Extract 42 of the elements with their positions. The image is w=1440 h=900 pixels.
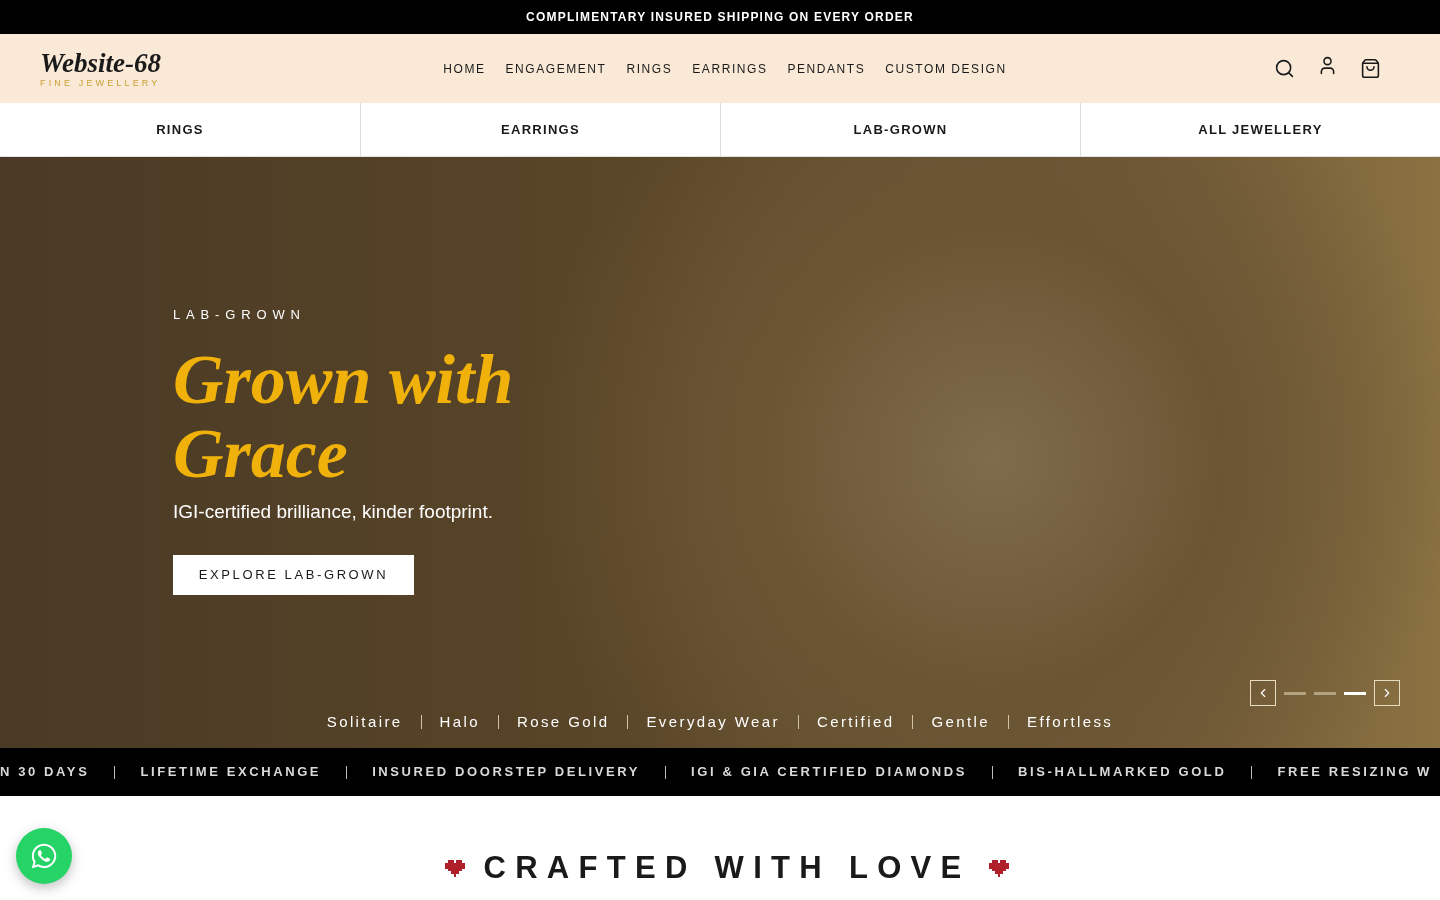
category-tab[interactable]: LAB-GROWN <box>720 103 1080 156</box>
heart-icon <box>445 859 466 877</box>
category-tab[interactable]: ALL JEWELLERY <box>1080 103 1440 156</box>
nav-link[interactable]: CUSTOM DESIGN <box>885 59 1007 78</box>
next-slide-button[interactable] <box>1374 680 1400 706</box>
search-icon <box>1274 58 1295 79</box>
slide-indicator[interactable] <box>1284 691 1306 695</box>
nav-link[interactable]: EARRINGS <box>692 59 768 78</box>
trust-item: N 30 DAYS <box>0 763 90 782</box>
hero-tag: Effortless <box>1027 712 1114 732</box>
hero-tag: Rose Gold <box>517 712 610 732</box>
previous-slide-button[interactable] <box>1250 680 1276 706</box>
logo-tagline: FINE JEWELLERY <box>40 76 161 89</box>
trust-item: LIFETIME EXCHANGE <box>140 763 322 782</box>
nav-link[interactable]: ENGAGEMENT <box>505 59 607 78</box>
category-tab[interactable]: EARRINGS <box>360 103 720 156</box>
cart-button[interactable] <box>1360 58 1381 79</box>
trust-item: BIS-HALLMARKED GOLD <box>1018 763 1227 782</box>
trust-item: IGI & GIA CERTIFIED DIAMONDS <box>691 763 968 782</box>
hero-tag: Solitaire <box>326 712 403 732</box>
hero-tag: Everyday Wear <box>646 712 780 732</box>
hero-title: Grown with Grace <box>173 343 515 491</box>
nav-link[interactable]: HOME <box>443 59 486 78</box>
heart-icon <box>988 859 1009 877</box>
hero-eyebrow: LAB-GROWN <box>173 307 306 323</box>
explore-button[interactable]: EXPLORE LAB-GROWN <box>173 555 414 595</box>
category-tab[interactable]: RINGS <box>0 103 360 156</box>
shopping-bag-icon <box>1360 58 1381 79</box>
logo-wordmark[interactable]: Website-68 <box>40 48 161 77</box>
hero-tag: Gentle <box>931 712 990 732</box>
trust-item: INSURED DOORSTEP DELIVERY <box>372 763 641 782</box>
nav-link[interactable]: PENDANTS <box>787 59 866 78</box>
trust-item: FREE RESIZING W <box>1277 763 1432 782</box>
search-button[interactable] <box>1274 58 1295 79</box>
nav-link[interactable]: RINGS <box>626 59 673 78</box>
slide-indicator[interactable] <box>1344 691 1366 695</box>
chat-bubble-icon <box>30 842 58 870</box>
hero-tag: Certified <box>816 712 895 732</box>
hero-subtitle: IGI-certified brilliance, kinder footprint. <box>173 500 493 524</box>
hero-tag: Halo <box>439 712 480 732</box>
section-heading: CRAFTED WITH LOVE <box>483 849 971 887</box>
announcement-text: COMPLIMENTARY INSURED SHIPPING ON EVERY ORDER <box>526 9 914 26</box>
